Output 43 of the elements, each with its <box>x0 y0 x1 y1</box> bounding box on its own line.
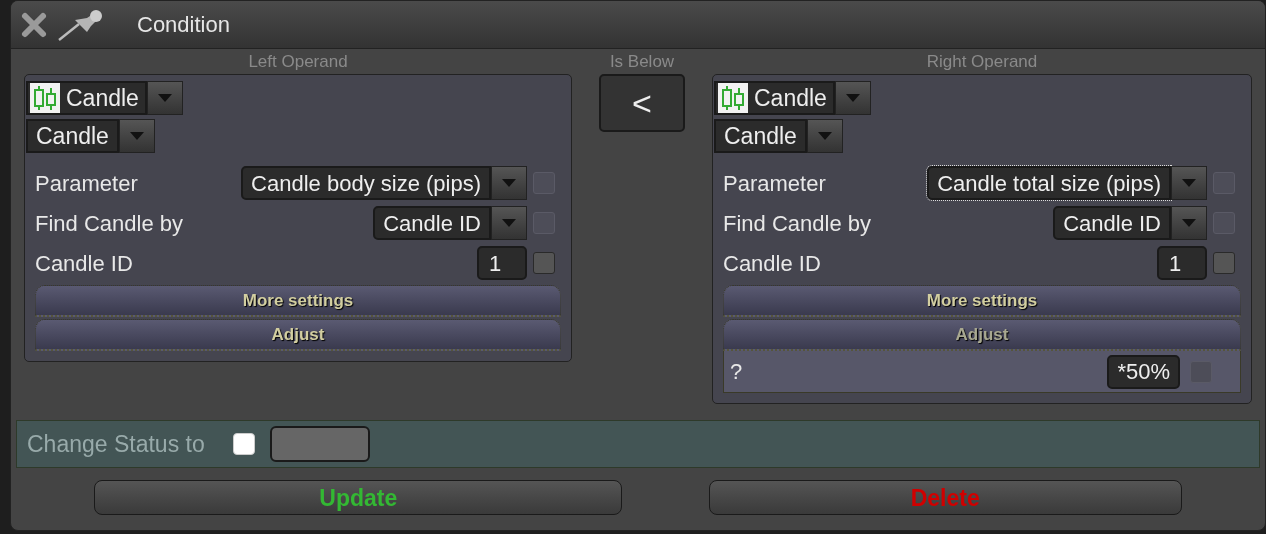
field-label: Candle ID <box>723 249 822 278</box>
field-label: Parameter <box>35 169 139 198</box>
window-title: Condition <box>137 11 230 39</box>
number-field[interactable]: 1 <box>1157 246 1207 280</box>
section-header[interactable]: Adjust <box>35 319 561 351</box>
parameter-dropdown[interactable]: Candle total size (pips) <box>927 166 1171 200</box>
parameter-dropdown[interactable]: Candle ID <box>373 206 491 240</box>
status-field[interactable] <box>269 426 370 462</box>
type-dropdown[interactable]: Candle <box>26 119 119 153</box>
caret-icon <box>157 94 172 102</box>
section-header[interactable]: Adjust <box>723 319 1241 351</box>
field-label: Parameter <box>723 169 827 198</box>
source-dropdown[interactable]: Candle <box>714 81 835 115</box>
caret-icon <box>1182 219 1196 227</box>
section-header[interactable]: More settings <box>35 285 561 317</box>
field-label: Find Candle by <box>35 209 184 238</box>
field-label: ? <box>730 358 744 386</box>
field-label: Candle ID <box>35 249 134 278</box>
update-button[interactable]: Update <box>94 480 623 515</box>
value-field[interactable]: *50% <box>1107 354 1180 389</box>
candlestick-icon <box>30 83 60 113</box>
field-label: Find Candle by <box>723 209 872 238</box>
pin-icon[interactable] <box>57 7 105 42</box>
number-field[interactable]: 1 <box>477 246 527 280</box>
checkbox[interactable] <box>1213 252 1235 274</box>
caret-icon <box>129 132 144 140</box>
section-heading: Right Operand <box>925 52 1039 72</box>
caret-icon <box>502 219 516 227</box>
caret-icon <box>1182 179 1196 187</box>
caret-icon <box>845 94 860 102</box>
caret-icon <box>502 179 516 187</box>
section-header[interactable]: More settings <box>723 285 1241 317</box>
section-heading: Left Operand <box>247 52 349 72</box>
operator-button[interactable]: < <box>599 74 685 132</box>
caret-icon <box>817 132 832 140</box>
operator-label: Is Below <box>609 52 675 72</box>
candlestick-icon <box>718 83 748 113</box>
parameter-dropdown[interactable]: Candle ID <box>1053 206 1171 240</box>
checkbox[interactable] <box>533 252 555 274</box>
parameter-dropdown[interactable]: Candle body size (pips) <box>241 166 491 200</box>
source-dropdown[interactable]: Candle <box>26 81 147 115</box>
type-dropdown[interactable]: Candle <box>714 119 807 153</box>
status-label: Change Status to <box>27 429 205 459</box>
